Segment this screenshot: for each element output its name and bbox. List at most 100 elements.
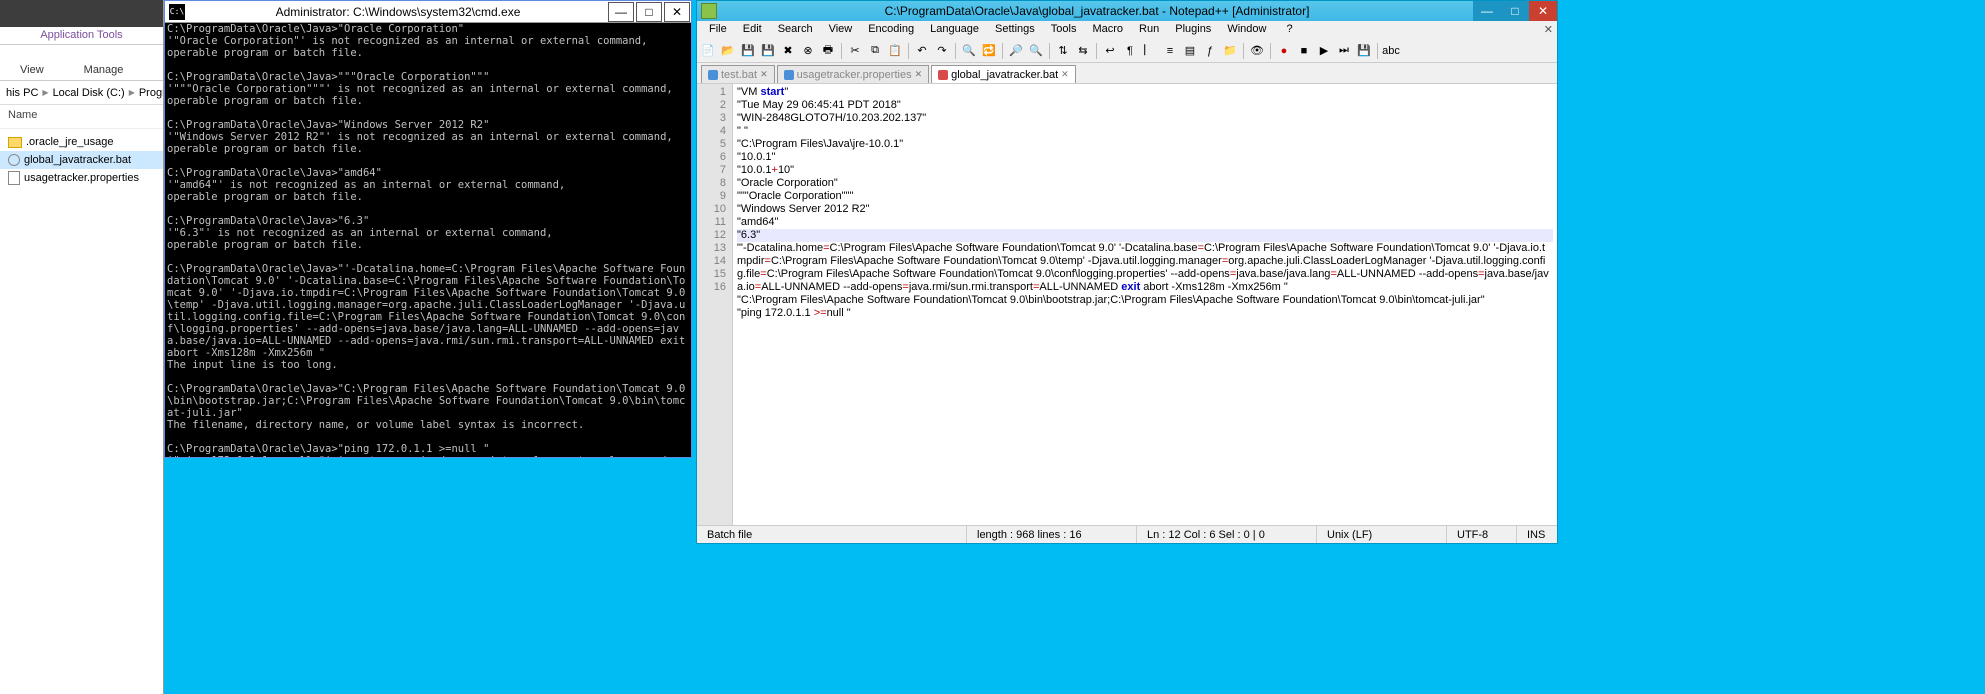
code-editor[interactable]: "VM start""Tue May 29 06:45:41 PDT 2018"… xyxy=(733,84,1557,525)
line-gutter: 12345678910111213141516 xyxy=(697,84,733,525)
code-line[interactable]: "Tue May 29 06:45:41 PDT 2018" xyxy=(737,99,1553,112)
menu-search[interactable]: Search xyxy=(770,21,821,39)
minimize-button[interactable]: — xyxy=(608,2,634,22)
print-icon[interactable]: 🖶 xyxy=(819,42,837,60)
open-icon[interactable]: 📂 xyxy=(719,42,737,60)
tab-close-icon[interactable]: ✕ xyxy=(1061,69,1069,80)
cut-icon[interactable]: ✂ xyxy=(846,42,864,60)
status-length: length : 968 lines : 16 xyxy=(967,526,1137,543)
maximize-button[interactable]: □ xyxy=(636,2,662,22)
code-segment: null " xyxy=(827,307,851,319)
sync-h-icon[interactable]: ⇆ xyxy=(1074,42,1092,60)
menu-tools[interactable]: Tools xyxy=(1043,21,1085,39)
zoom-out-icon[interactable]: 🔍 xyxy=(1027,42,1045,60)
cmd-output[interactable]: C:\ProgramData\Oracle\Java>"Oracle Corpo… xyxy=(165,23,691,457)
file-item[interactable]: usagetracker.properties xyxy=(0,169,163,187)
tab-close-icon[interactable]: ✕ xyxy=(915,69,923,80)
menu-?[interactable]: ? xyxy=(1278,21,1300,39)
all-chars-icon[interactable]: ¶ xyxy=(1121,42,1139,60)
menu-encoding[interactable]: Encoding xyxy=(860,21,922,39)
undo-icon[interactable]: ↶ xyxy=(913,42,931,60)
tab-test-bat[interactable]: test.bat✕ xyxy=(701,65,775,83)
menu-language[interactable]: Language xyxy=(922,21,987,39)
code-line[interactable]: " " xyxy=(737,125,1553,138)
play-multi-icon[interactable]: ⏭ xyxy=(1335,42,1353,60)
saved-icon xyxy=(708,70,718,80)
save-macro-icon[interactable]: 💾 xyxy=(1355,42,1373,60)
chevron-right-icon: ▶ xyxy=(129,88,135,97)
indent-guide-icon[interactable]: ⎸ xyxy=(1141,42,1159,60)
crumb-drive[interactable]: Local Disk (C:) xyxy=(53,87,125,99)
folder-icon[interactable]: 📁 xyxy=(1221,42,1239,60)
file-item[interactable]: global_javatracker.bat xyxy=(0,151,163,169)
code-line[interactable]: "6.3" xyxy=(737,229,1553,242)
code-segment: """Oracle Corporation""" xyxy=(737,190,853,202)
menu-window[interactable]: Window xyxy=(1219,21,1274,39)
notepadpp-window: C:\ProgramData\Oracle\Java\global_javatr… xyxy=(696,0,1558,544)
menu-edit[interactable]: Edit xyxy=(735,21,770,39)
wordwrap-icon[interactable]: ↩ xyxy=(1101,42,1119,60)
menu-view[interactable]: View xyxy=(821,21,861,39)
find-icon[interactable]: 🔍 xyxy=(960,42,978,60)
menu-macro[interactable]: Macro xyxy=(1084,21,1131,39)
code-line[interactable]: """Oracle Corporation""" xyxy=(737,190,1553,203)
ribbon-context-tab[interactable]: Application Tools xyxy=(0,27,163,45)
menu-plugins[interactable]: Plugins xyxy=(1167,21,1219,39)
code-line[interactable]: "10.0.1" xyxy=(737,151,1553,164)
close-button[interactable]: ✕ xyxy=(1529,1,1557,21)
func-list-icon[interactable]: ƒ xyxy=(1201,42,1219,60)
new-file-icon[interactable]: 📄 xyxy=(699,42,717,60)
code-line[interactable]: "'-Dcatalina.home=C:\Program Files\Apach… xyxy=(737,242,1553,294)
code-line[interactable]: "Windows Server 2012 R2" xyxy=(737,203,1553,216)
tab-close-icon[interactable]: ✕ xyxy=(760,69,768,80)
code-line[interactable]: "ping 172.0.1.1 >=null " xyxy=(737,307,1553,320)
spellcheck-icon[interactable]: abc xyxy=(1382,42,1400,60)
maximize-button[interactable]: □ xyxy=(1501,1,1529,21)
redo-icon[interactable]: ↷ xyxy=(933,42,951,60)
unsaved-icon xyxy=(938,70,948,80)
code-segment: C:\Program Files\Apache Software Foundat… xyxy=(830,242,1198,254)
crumb-folder[interactable]: ProgramD xyxy=(139,87,163,99)
code-line[interactable]: "Oracle Corporation" xyxy=(737,177,1553,190)
paste-icon[interactable]: 📋 xyxy=(886,42,904,60)
code-line[interactable]: "VM start" xyxy=(737,86,1553,99)
lang-icon[interactable]: ≡ xyxy=(1161,42,1179,60)
crumb-pc[interactable]: his PC xyxy=(6,87,38,99)
code-segment: "C:\Program Files\Apache Software Founda… xyxy=(737,294,1485,306)
code-line[interactable]: "C:\Program Files\Java\jre-10.0.1" xyxy=(737,138,1553,151)
replace-icon[interactable]: 🔁 xyxy=(980,42,998,60)
minimize-button[interactable]: — xyxy=(1473,1,1501,21)
record-icon[interactable]: ● xyxy=(1275,42,1293,60)
menu-close-icon[interactable]: ✕ xyxy=(1544,23,1553,36)
npp-titlebar[interactable]: C:\ProgramData\Oracle\Java\global_javatr… xyxy=(697,1,1557,21)
menu-settings[interactable]: Settings xyxy=(987,21,1043,39)
close-all-icon[interactable]: ⊗ xyxy=(799,42,817,60)
monitor-icon[interactable]: 👁 xyxy=(1248,42,1266,60)
menu-run[interactable]: Run xyxy=(1131,21,1167,39)
zoom-in-icon[interactable]: 🔎 xyxy=(1007,42,1025,60)
close-icon[interactable]: ✖ xyxy=(779,42,797,60)
doc-map-icon[interactable]: ▤ xyxy=(1181,42,1199,60)
code-line[interactable]: "10.0.1+10" xyxy=(737,164,1553,177)
stop-icon[interactable]: ■ xyxy=(1295,42,1313,60)
breadcrumb[interactable]: his PC▶ Local Disk (C:)▶ ProgramD xyxy=(0,81,163,105)
cmd-titlebar[interactable]: C:\ Administrator: C:\Windows\system32\c… xyxy=(165,1,691,23)
code-line[interactable]: "C:\Program Files\Apache Software Founda… xyxy=(737,294,1553,307)
code-line[interactable]: "WIN-2848GLOTO7H/10.203.202.137" xyxy=(737,112,1553,125)
close-button[interactable]: ✕ xyxy=(664,2,690,22)
code-line[interactable]: "amd64" xyxy=(737,216,1553,229)
file-item[interactable]: .oracle_jre_usage xyxy=(0,133,163,151)
ribbon-tab-manage[interactable]: Manage xyxy=(84,64,124,76)
ribbon-tab-view[interactable]: View xyxy=(20,64,44,76)
tab-global_javatracker-bat[interactable]: global_javatracker.bat✕ xyxy=(931,65,1076,83)
column-header-name[interactable]: Name xyxy=(0,105,163,129)
code-segment: >= xyxy=(814,307,827,319)
play-icon[interactable]: ▶ xyxy=(1315,42,1333,60)
save-icon[interactable]: 💾 xyxy=(739,42,757,60)
tab-usagetracker-properties[interactable]: usagetracker.properties✕ xyxy=(777,65,930,83)
copy-icon[interactable]: ⧉ xyxy=(866,42,884,60)
save-all-icon[interactable]: 💾 xyxy=(759,42,777,60)
menu-file[interactable]: File xyxy=(701,21,735,39)
status-bar: Batch file length : 968 lines : 16 Ln : … xyxy=(697,525,1557,543)
sync-v-icon[interactable]: ⇅ xyxy=(1054,42,1072,60)
